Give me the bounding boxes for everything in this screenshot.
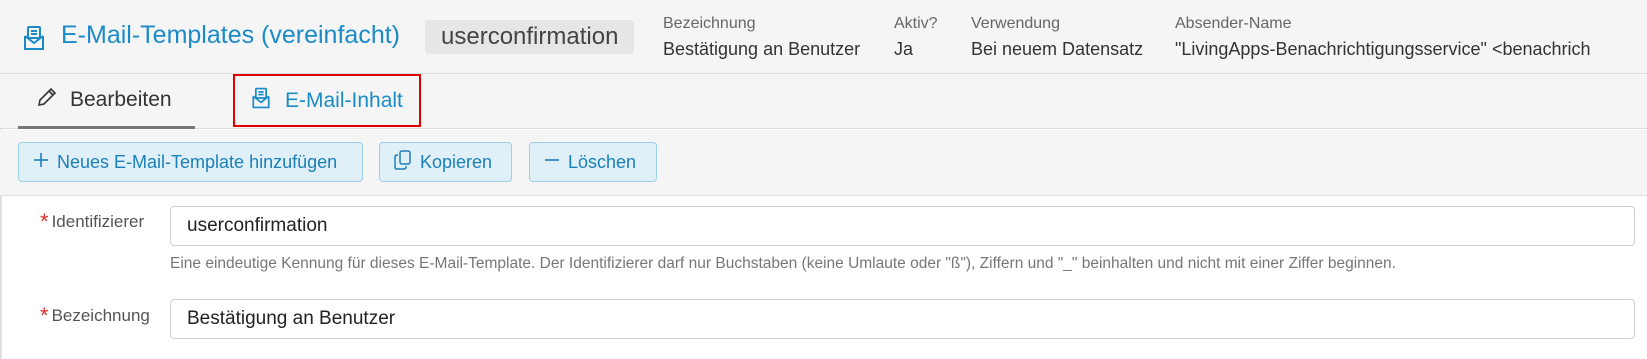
edit-form: *Identifizierer Eine eindeutige Kennung … (0, 197, 1647, 359)
designation-input[interactable] (170, 299, 1635, 339)
meta-label: Absender-Name (1175, 15, 1292, 32)
meta-value: Bestätigung an Benutzer (663, 39, 861, 59)
meta-bezeichnung: Bezeichnung Bestätigung an Benutzer (663, 14, 860, 62)
tab-bearbeiten[interactable]: Bearbeiten (18, 74, 195, 129)
meta-value: Bei neuem Datensatz (971, 39, 1144, 59)
identifier-hint: Eine eindeutige Kennung für dieses E-Mai… (170, 255, 1396, 272)
tab-email-inhalt[interactable]: E-Mail-Inhalt (233, 74, 421, 127)
meta-verwendung: Verwendung Bei neuem Datensatz (971, 14, 1143, 62)
meta-aktiv: Aktiv? Ja (894, 14, 938, 62)
record-header: E-Mail-Templates (vereinfacht) userconfi… (0, 0, 1647, 74)
meta-value: Ja (894, 39, 914, 59)
minus-icon (544, 152, 568, 173)
action-toolbar: Neues E-Mail-Template hinzufügen Kopiere… (0, 130, 1647, 196)
meta-label: Bezeichnung (663, 15, 756, 32)
plus-icon (33, 152, 57, 173)
required-marker: * (40, 303, 49, 328)
copy-icon (394, 149, 420, 175)
meta-value: "LivingApps-Benachrichtigungsservice" <b… (1175, 39, 1591, 59)
meta-label: Aktiv? (894, 15, 938, 32)
tab-label: E-Mail-Inhalt (285, 88, 403, 112)
identifier-chip: userconfirmation (425, 20, 635, 54)
copy-button[interactable]: Kopieren (379, 142, 512, 182)
tab-bar: Bearbeiten E-Mail-Inhalt (0, 74, 1647, 129)
button-label: Löschen (568, 151, 637, 172)
tab-label: Bearbeiten (70, 88, 172, 111)
button-label: Kopieren (420, 151, 493, 172)
designation-label: * Bezeichnung (40, 303, 150, 329)
identifier-label: * Identifizierer (40, 209, 144, 235)
app-title[interactable]: E-Mail-Templates (vereinfacht) (61, 21, 400, 50)
identifier-input[interactable] (170, 206, 1635, 246)
field-label: Bezeichnung (51, 306, 150, 325)
button-label: Neues E-Mail-Template hinzufügen (57, 151, 338, 172)
delete-button[interactable]: Löschen (529, 142, 657, 182)
field-label: Identifizierer (51, 212, 145, 231)
meta-label: Verwendung (971, 15, 1060, 32)
required-marker: * (40, 209, 49, 234)
mail-template-icon (20, 24, 48, 52)
add-template-button[interactable]: Neues E-Mail-Template hinzufügen (18, 142, 363, 182)
pencil-icon (36, 86, 70, 114)
meta-absender-name: Absender-Name "LivingApps-Benachrichtigu… (1175, 14, 1591, 62)
mail-template-icon (249, 86, 285, 116)
